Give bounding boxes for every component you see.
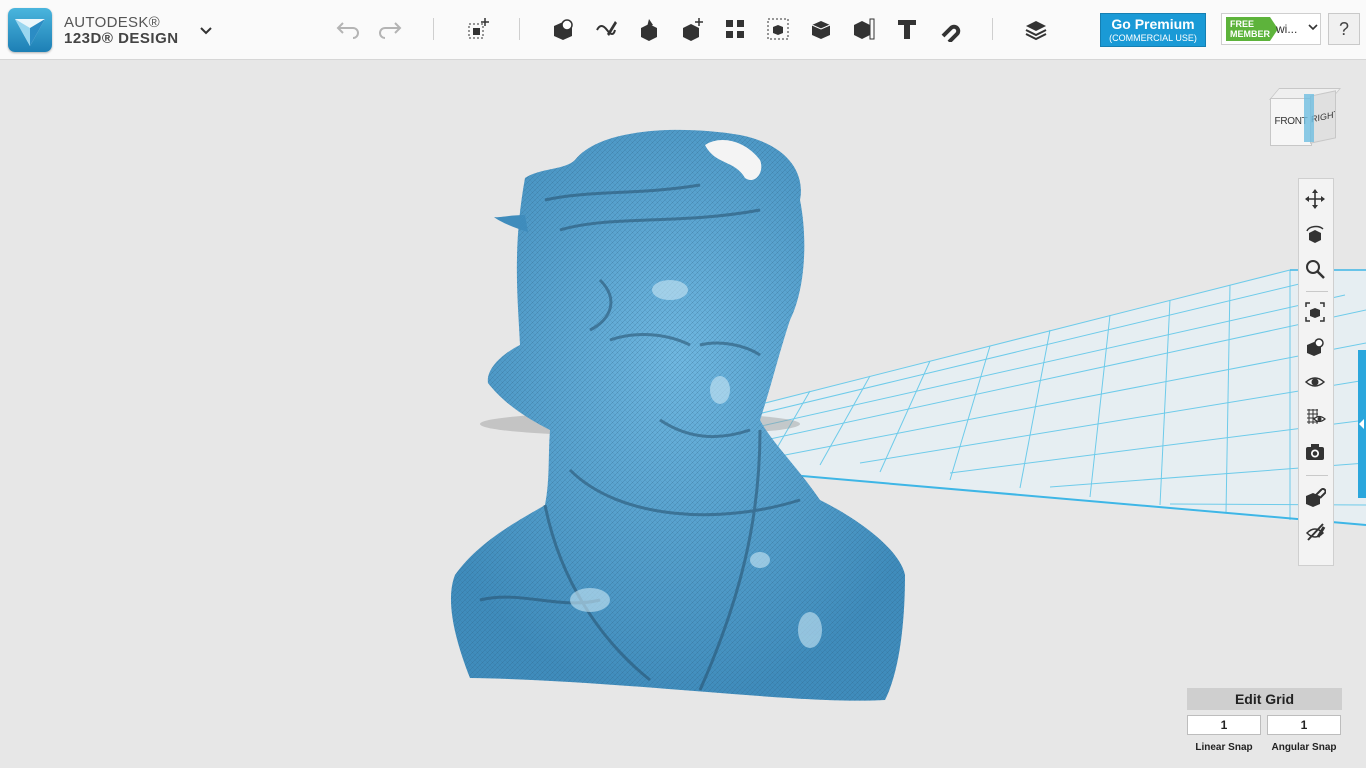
modify-button[interactable] bbox=[677, 14, 709, 44]
redo-button[interactable] bbox=[374, 14, 406, 44]
eye-icon bbox=[1304, 377, 1326, 387]
text-icon bbox=[898, 20, 916, 39]
scene-canvas bbox=[450, 129, 1366, 701]
pan-button[interactable] bbox=[1304, 188, 1330, 214]
undo-icon bbox=[336, 22, 359, 39]
pattern-icon bbox=[726, 20, 744, 38]
modify-icon bbox=[683, 18, 703, 41]
brand-line-1: AUTODESK® bbox=[64, 14, 160, 31]
angular-snap-input[interactable]: 1 bbox=[1267, 715, 1341, 735]
construct-button[interactable] bbox=[633, 14, 665, 44]
transform-icon bbox=[468, 18, 489, 39]
materials-button[interactable] bbox=[1020, 14, 1052, 44]
help-button[interactable]: ? bbox=[1328, 13, 1360, 45]
screenshot-button[interactable] bbox=[1304, 441, 1330, 467]
toolbar-separator bbox=[992, 18, 993, 40]
pan-icon bbox=[1305, 189, 1325, 209]
orbit-button[interactable] bbox=[1304, 223, 1330, 249]
zoom-button[interactable] bbox=[1304, 258, 1330, 284]
visibility-button[interactable] bbox=[1304, 371, 1330, 397]
top-toolbar: AUTODESK® 123D® DESIGN Go Premium (COMME… bbox=[0, 0, 1366, 60]
app-logo[interactable] bbox=[8, 8, 52, 52]
text-button[interactable] bbox=[891, 14, 923, 44]
undo-button[interactable] bbox=[332, 14, 364, 44]
fit-button[interactable] bbox=[1304, 301, 1330, 327]
linear-snap-label: Linear Snap bbox=[1195, 742, 1253, 753]
edit-grid-button[interactable]: Edit Grid bbox=[1187, 688, 1342, 710]
measure-button[interactable] bbox=[848, 14, 880, 44]
logo-icon bbox=[15, 19, 45, 46]
username: wi... bbox=[1276, 22, 1298, 36]
pattern-button[interactable] bbox=[719, 14, 751, 44]
side-panel-toggle[interactable] bbox=[1358, 350, 1366, 498]
group-button[interactable] bbox=[762, 14, 794, 44]
toolbar-separator bbox=[519, 18, 520, 40]
sketch-icon bbox=[596, 21, 617, 36]
material-view-button[interactable] bbox=[1304, 406, 1330, 432]
angular-snap-label: Angular Snap bbox=[1271, 742, 1337, 753]
nav-separator bbox=[1306, 475, 1328, 476]
chevron-down-icon bbox=[1308, 22, 1318, 35]
fit-icon bbox=[1305, 302, 1325, 322]
redo-icon bbox=[379, 22, 402, 39]
zoom-selected-icon bbox=[1307, 338, 1324, 356]
construct-icon bbox=[641, 19, 657, 41]
orbit-icon bbox=[1306, 225, 1324, 243]
linear-snap-input[interactable]: 1 bbox=[1187, 715, 1261, 735]
camera-icon bbox=[1306, 444, 1324, 460]
badge-line-2: MEMBER bbox=[1230, 29, 1270, 39]
combine-button[interactable] bbox=[805, 14, 837, 44]
layers-icon bbox=[1025, 21, 1047, 41]
snap-button[interactable] bbox=[934, 14, 966, 44]
main-menu-button[interactable] bbox=[196, 20, 216, 40]
member-badge: FREE MEMBER bbox=[1226, 17, 1278, 41]
primitives-icon bbox=[554, 19, 573, 40]
nav-separator bbox=[1306, 291, 1328, 292]
3d-viewport[interactable]: FRONT RIGHT bbox=[0, 60, 1366, 768]
transform-button[interactable] bbox=[462, 14, 494, 44]
snap-view-icon bbox=[1306, 488, 1326, 507]
account-menu[interactable]: FREE MEMBER wi... bbox=[1221, 13, 1321, 45]
grid-eye-icon bbox=[1307, 409, 1326, 424]
primitives-button[interactable] bbox=[547, 14, 579, 44]
brand-line-2: 123D® DESIGN bbox=[64, 30, 179, 47]
magnifier-icon bbox=[1306, 260, 1325, 279]
cube-edge-highlight bbox=[1304, 94, 1314, 142]
toolbar-separator bbox=[433, 18, 434, 40]
measure-icon bbox=[854, 18, 875, 40]
hide-sketch-icon bbox=[1305, 523, 1326, 541]
zoom-selected-button[interactable] bbox=[1304, 336, 1330, 362]
snap-view-button[interactable] bbox=[1304, 486, 1330, 512]
navigation-bar bbox=[1298, 178, 1334, 566]
sketch-button[interactable] bbox=[590, 14, 622, 44]
magnet-icon bbox=[941, 24, 961, 42]
hide-sketch-button[interactable] bbox=[1304, 521, 1330, 547]
go-premium-button[interactable]: Go Premium (COMMERCIAL USE) bbox=[1100, 13, 1206, 47]
premium-subtitle: (COMMERCIAL USE) bbox=[1109, 33, 1197, 43]
combine-icon bbox=[811, 21, 831, 39]
group-icon bbox=[767, 18, 789, 40]
chevron-down-icon bbox=[200, 27, 212, 35]
edit-grid-panel: Edit Grid 1 1 Linear Snap Angular Snap bbox=[1187, 688, 1342, 758]
premium-title: Go Premium bbox=[1111, 16, 1195, 32]
view-cube[interactable]: FRONT RIGHT bbox=[1266, 86, 1342, 152]
badge-line-1: FREE bbox=[1230, 19, 1255, 29]
